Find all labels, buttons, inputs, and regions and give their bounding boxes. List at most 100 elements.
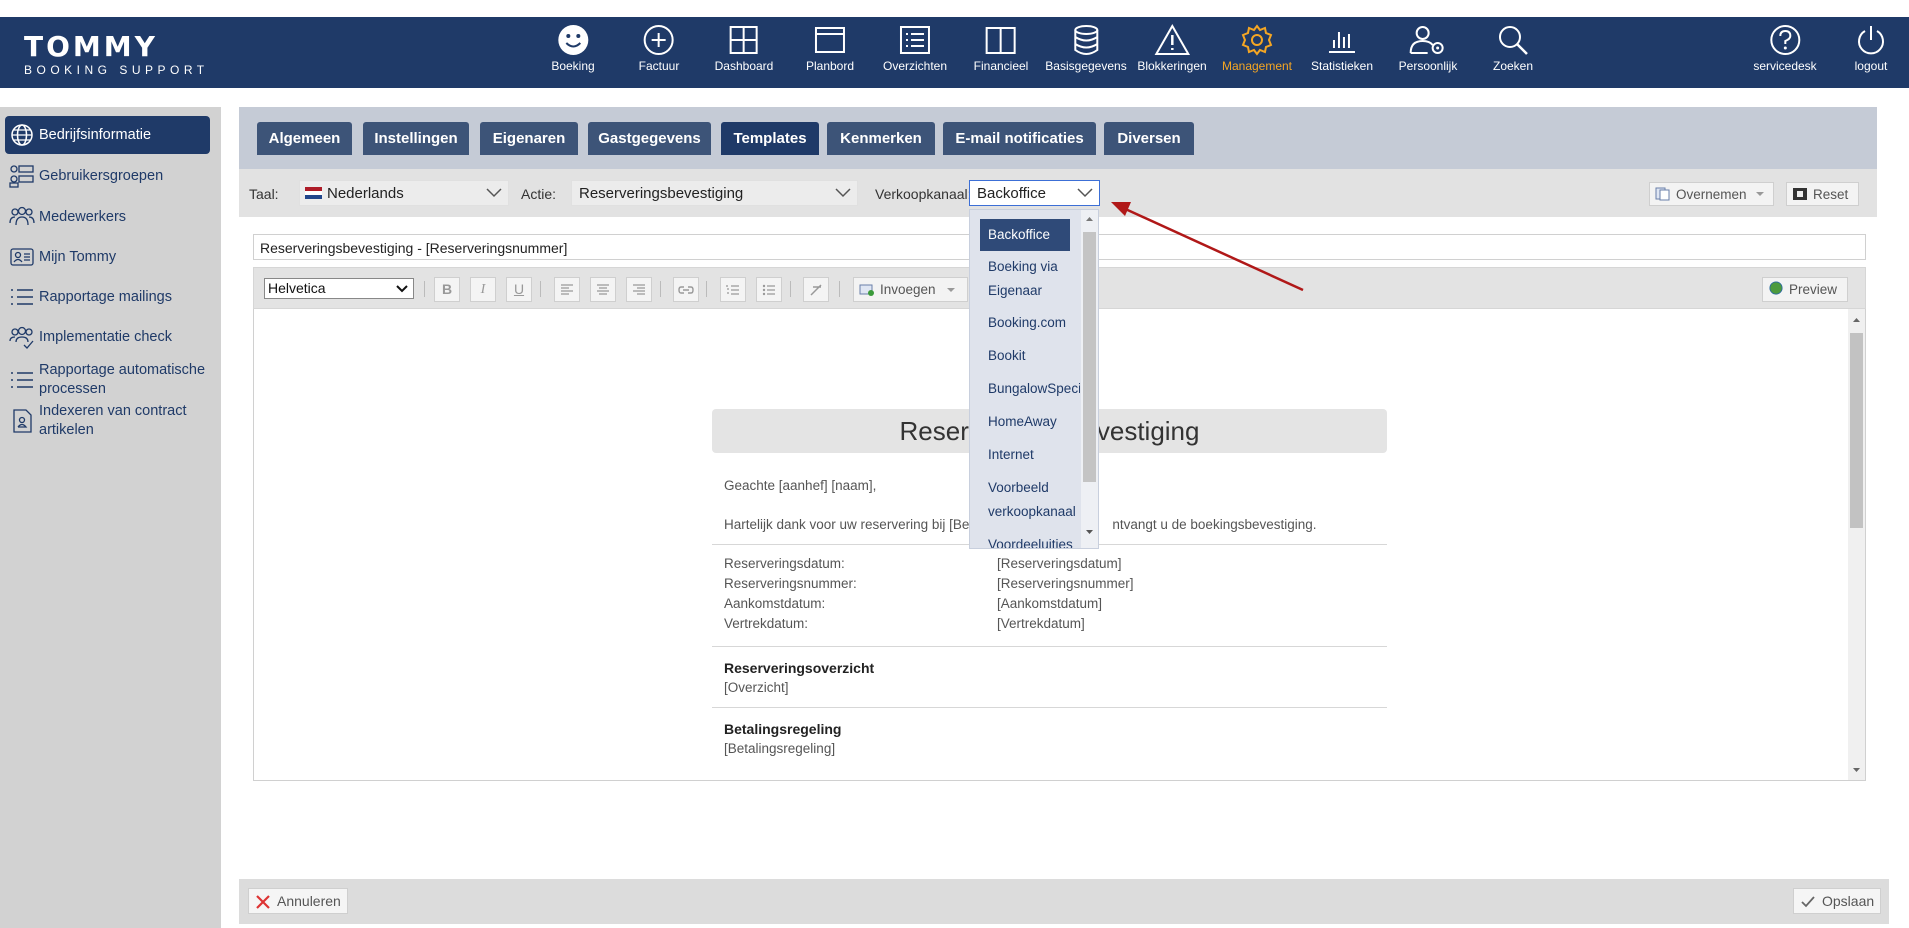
check-icon (1801, 896, 1815, 908)
dropdown-scrollbar[interactable] (1081, 210, 1098, 548)
align-right-button[interactable] (626, 277, 652, 302)
field-label: Aankomstdatum: (724, 596, 826, 611)
numbered-list-button[interactable] (720, 277, 746, 302)
nav-logout[interactable]: logout (1854, 17, 1888, 88)
field-value: [Reserveringsdatum] (997, 556, 1122, 571)
dropdown-option[interactable]: Boeking via Eigenaar (988, 255, 1080, 303)
verkoopkanaal-value: Backoffice (977, 185, 1046, 202)
scroll-up-icon (1853, 318, 1860, 322)
annuleren-label: Annuleren (277, 893, 341, 909)
nav-label: Persoonlijk (1398, 59, 1458, 73)
sidebar-item-indexeren-contract-artikelen[interactable]: Indexeren van contract artikelen (5, 401, 210, 441)
help-icon (1769, 25, 1800, 55)
dropdown-scroll-thumb[interactable] (1083, 232, 1096, 482)
field-value: [Reserveringsnummer] (997, 576, 1134, 591)
sidebar-item-rapportage-mailings[interactable]: Rapportage mailings (5, 282, 210, 312)
sidebar-item-rapportage-automatische-processen[interactable]: Rapportage automatische processen (5, 360, 210, 400)
tommy-logo[interactable]: TOMMY BOOKING SUPPORT (24, 30, 209, 78)
tab-eigenaren[interactable]: Eigenaren (480, 122, 578, 155)
tab-algemeen[interactable]: Algemeen (257, 122, 352, 155)
dropdown-option[interactable]: Booking.com (988, 311, 1080, 335)
bold-button[interactable]: B (434, 277, 460, 302)
align-left-icon (561, 284, 573, 295)
clear-format-button[interactable] (803, 277, 829, 302)
nav-factuur[interactable]: Factuur (639, 17, 679, 88)
overnemen-label: Overnemen (1676, 186, 1747, 202)
align-left-button[interactable] (554, 277, 580, 302)
footer-bar: Annuleren Opslaan (239, 879, 1889, 924)
dropdown-option[interactable]: Voorbeeld verkoopkanaal (988, 476, 1080, 524)
tab-bar: Algemeen Instellingen Eigenaren Gastgege… (239, 107, 1877, 169)
sidebar-item-label: Rapportage automatische processen (39, 362, 206, 397)
sidebar-item-gebruikersgroepen[interactable]: Gebruikersgroepen (5, 161, 210, 191)
annuleren-button[interactable]: Annuleren (248, 888, 348, 914)
editor-scrollbar[interactable] (1848, 309, 1865, 780)
nav-label: Planbord (805, 59, 855, 73)
nav-servicedesk[interactable]: servicedesk (1753, 17, 1817, 88)
bullet-list-button[interactable] (756, 277, 782, 302)
annotation-arrow (1111, 202, 1304, 292)
nav-zoeken[interactable]: Zoeken (1493, 17, 1533, 88)
field-label: Vertrekdatum: (724, 616, 809, 631)
eraser-icon (810, 284, 822, 296)
tab-instellingen[interactable]: Instellingen (363, 122, 469, 155)
verkoopkanaal-dropdown-list[interactable]: Backoffice Boeking via Eigenaar Booking.… (969, 209, 1099, 549)
tab-kenmerken[interactable]: Kenmerken (827, 122, 935, 155)
sidebar: Bedrijfsinformatie Gebruikersgroepen Med… (0, 107, 221, 928)
opslaan-button[interactable]: Opslaan (1793, 888, 1881, 914)
list-icon (11, 372, 33, 388)
opslaan-label: Opslaan (1822, 893, 1875, 909)
nav-financieel[interactable]: Financieel (974, 17, 1028, 88)
nav-label: logout (1854, 59, 1888, 73)
reset-button[interactable]: Reset (1786, 182, 1859, 206)
nav-basisgegevens[interactable]: Basisgegevens (1045, 17, 1127, 88)
nav-statistieken[interactable]: Statistieken (1311, 17, 1373, 88)
taal-select[interactable]: Nederlands (299, 180, 509, 206)
tab-e-mail-notificaties[interactable]: E-mail notificaties (943, 122, 1096, 155)
verkoopkanaal-select[interactable]: Backoffice (969, 180, 1100, 206)
editor-scroll-thumb[interactable] (1850, 333, 1863, 528)
globe-preview-icon (1769, 281, 1783, 295)
align-center-icon (597, 284, 609, 295)
overview-heading: Reserveringsoverzicht (724, 660, 875, 676)
overnemen-button[interactable]: Overnemen (1649, 182, 1774, 206)
align-right-icon (633, 284, 645, 295)
font-select[interactable]: Helvetica (264, 278, 414, 299)
nav-management[interactable]: Management (1222, 17, 1292, 88)
sidebar-item-mijn-tommy[interactable]: Mijn Tommy (5, 242, 210, 272)
tab-templates[interactable]: Templates (721, 122, 819, 155)
chevron-down-icon (396, 285, 408, 293)
dropdown-option[interactable]: HomeAway (988, 410, 1080, 434)
nav-label: Dashboard (714, 59, 774, 73)
sidebar-item-label: Implementatie check (39, 328, 172, 345)
sidebar-item-bedrijfsinformatie[interactable]: Bedrijfsinformatie (5, 116, 210, 154)
sidebar-item-medewerkers[interactable]: Medewerkers (5, 202, 210, 232)
link-button[interactable] (673, 277, 699, 302)
italic-button[interactable]: I (470, 277, 496, 302)
dropdown-option[interactable]: BungalowSpecials (988, 377, 1080, 401)
underline-button[interactable]: U (506, 277, 532, 302)
top-navigation: TOMMY BOOKING SUPPORT Boeking Factuur Da… (0, 17, 1909, 88)
nav-overzichten[interactable]: Overzichten (883, 17, 947, 88)
tab-diversen[interactable]: Diversen (1104, 122, 1194, 155)
close-icon (256, 895, 270, 909)
dropdown-option[interactable]: Internet (988, 443, 1080, 467)
preview-button[interactable]: Preview (1762, 277, 1848, 302)
nav-planbord[interactable]: Planbord (806, 17, 854, 88)
nav-dashboard[interactable]: Dashboard (714, 17, 774, 88)
caret-down-icon (1755, 192, 1764, 196)
field-row: Vertrekdatum: [Vertrekdatum] (724, 616, 1387, 636)
nav-blokkeringen[interactable]: Blokkeringen (1137, 17, 1207, 88)
actie-select[interactable]: Reserveringsbevestiging (571, 180, 858, 206)
tab-gastgegevens[interactable]: Gastgegevens (588, 122, 711, 155)
template-title-start: Reser (899, 416, 969, 446)
dropdown-option[interactable]: Backoffice (980, 219, 1070, 251)
align-center-button[interactable] (590, 277, 616, 302)
dropdown-option[interactable]: Bookit (988, 344, 1080, 368)
sidebar-item-implementatie-check[interactable]: Implementatie check (5, 322, 210, 352)
nav-persoonlijk[interactable]: Persoonlijk (1398, 17, 1458, 88)
dropdown-option[interactable]: Voordeeluitjes (988, 533, 1080, 548)
invoegen-button[interactable]: Invoegen (853, 277, 968, 302)
nav-boeking[interactable]: Boeking (551, 17, 595, 88)
logo-name: TOMMY (24, 30, 158, 63)
